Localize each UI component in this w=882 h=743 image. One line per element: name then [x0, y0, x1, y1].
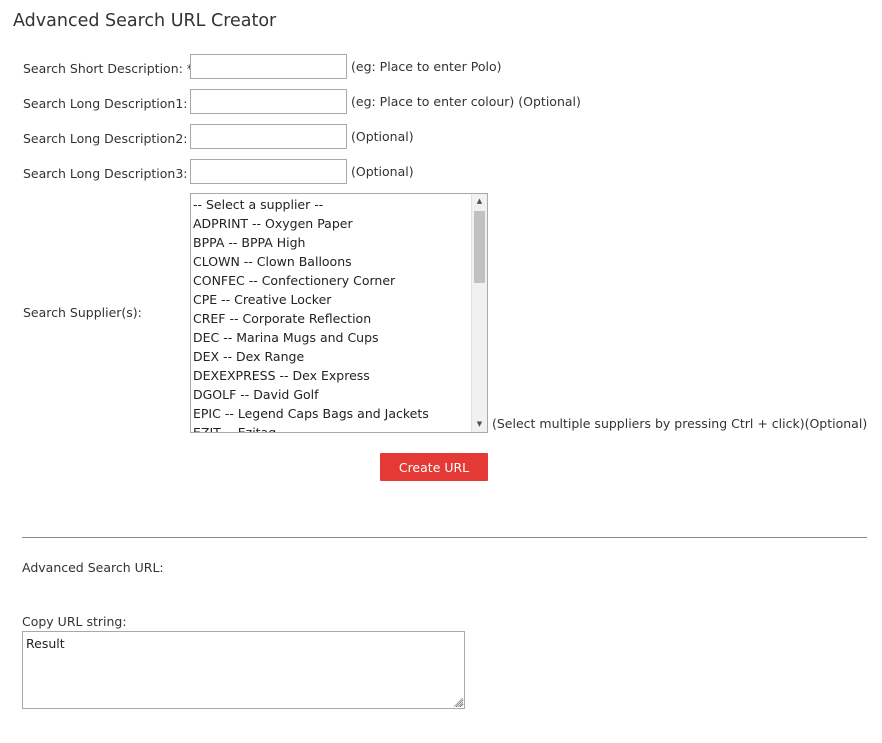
long-description3-input[interactable] [190, 159, 347, 184]
long-description3-hint: (Optional) [351, 164, 414, 179]
scroll-up-arrow-icon[interactable]: ▲ [472, 194, 487, 209]
advanced-search-url-label: Advanced Search URL: [22, 560, 164, 575]
supplier-option[interactable]: DEXEXPRESS -- Dex Express [193, 366, 471, 385]
supplier-option[interactable]: CPE -- Creative Locker [193, 290, 471, 309]
short-description-label: Search Short Description: * [23, 61, 194, 76]
supplier-option[interactable]: BPPA -- BPPA High [193, 233, 471, 252]
supplier-hint: (Select multiple suppliers by pressing C… [492, 416, 868, 431]
supplier-option[interactable]: -- Select a supplier -- [193, 195, 471, 214]
supplier-option[interactable]: CLOWN -- Clown Balloons [193, 252, 471, 271]
supplier-option[interactable]: ADPRINT -- Oxygen Paper [193, 214, 471, 233]
page-title: Advanced Search URL Creator [13, 11, 277, 31]
supplier-option[interactable]: EPIC -- Legend Caps Bags and Jackets [193, 404, 471, 423]
long-description3-label: Search Long Description3: [23, 166, 188, 181]
supplier-label: Search Supplier(s): [23, 305, 142, 320]
long-description2-input[interactable] [190, 124, 347, 149]
scroll-down-arrow-icon[interactable]: ▼ [472, 417, 487, 432]
long-description2-label: Search Long Description2: [23, 131, 188, 146]
supplier-option[interactable]: EZIT -- Ezitag [193, 423, 471, 432]
scrollbar-thumb[interactable] [474, 211, 485, 283]
supplier-option[interactable]: CREF -- Corporate Reflection [193, 309, 471, 328]
long-description1-hint: (eg: Place to enter colour) (Optional) [351, 94, 581, 109]
supplier-option-list: -- Select a supplier -- ADPRINT -- Oxyge… [193, 195, 471, 432]
supplier-option[interactable]: DEX -- Dex Range [193, 347, 471, 366]
supplier-scrollbar[interactable]: ▲ ▼ [471, 194, 487, 432]
short-description-hint: (eg: Place to enter Polo) [351, 59, 502, 74]
short-description-input[interactable] [190, 54, 347, 79]
supplier-option[interactable]: DGOLF -- David Golf [193, 385, 471, 404]
supplier-option[interactable]: DEC -- Marina Mugs and Cups [193, 328, 471, 347]
long-description2-hint: (Optional) [351, 129, 414, 144]
copy-url-label: Copy URL string: [22, 614, 127, 629]
create-url-button[interactable]: Create URL [380, 453, 488, 481]
long-description1-input[interactable] [190, 89, 347, 114]
supplier-multiselect[interactable]: -- Select a supplier -- ADPRINT -- Oxyge… [190, 193, 488, 433]
result-textarea[interactable]: Result [22, 631, 465, 709]
section-divider [22, 537, 867, 538]
supplier-option[interactable]: CONFEC -- Confectionery Corner [193, 271, 471, 290]
long-description1-label: Search Long Description1: [23, 96, 188, 111]
